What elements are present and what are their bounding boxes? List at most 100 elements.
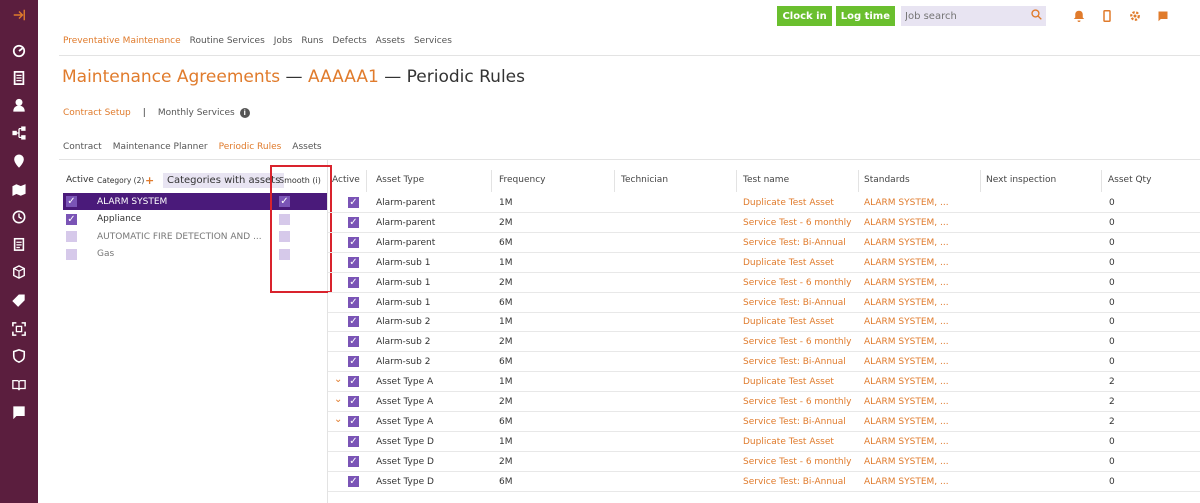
test-name-link[interactable]: Service Test: Bi-Annual: [743, 238, 846, 248]
col-technician[interactable]: Technician: [621, 175, 668, 185]
table-row[interactable]: ⌄ Asset Type A 6M Service Test: Bi-Annual AL…: [328, 412, 1200, 432]
table-row[interactable]: Alarm-sub 1 6M Service Test: Bi-Annual ALAR…: [328, 293, 1200, 313]
standards-link[interactable]: ALARM SYSTEM, ...: [864, 278, 949, 288]
active-checkbox[interactable]: [348, 396, 359, 407]
clock-icon[interactable]: [9, 208, 29, 226]
active-checkbox[interactable]: [348, 296, 359, 308]
active-checkbox[interactable]: [66, 231, 77, 242]
bell-icon[interactable]: [1072, 9, 1086, 23]
standards-link[interactable]: ALARM SYSTEM, ...: [864, 337, 949, 347]
active-checkbox[interactable]: [348, 216, 359, 228]
nav-defects[interactable]: Defects: [332, 36, 366, 46]
table-row[interactable]: Alarm-parent 2M Service Test - 6 monthly AL…: [328, 213, 1200, 233]
table-row[interactable]: Alarm-sub 2 6M Service Test: Bi-Annual ALAR…: [328, 352, 1200, 373]
category-column-header[interactable]: Category (2): [97, 176, 144, 185]
table-row[interactable]: Alarm-sub 1 1M Duplicate Test Asset ALARM S…: [328, 253, 1200, 273]
test-name-link[interactable]: Service Test - 6 monthly: [743, 218, 851, 228]
monthly-services-link[interactable]: Monthly Services: [158, 108, 235, 118]
table-row[interactable]: Alarm-sub 2 1M Duplicate Test Asset ALARM S…: [328, 312, 1200, 333]
search-icon[interactable]: [1031, 9, 1042, 23]
chevron-down-icon[interactable]: ⌄: [334, 414, 342, 425]
col-standards[interactable]: Standards: [864, 175, 910, 185]
gauge-icon[interactable]: [9, 42, 29, 60]
standards-link[interactable]: ALARM SYSTEM, ...: [864, 298, 949, 308]
active-checkbox[interactable]: [348, 336, 359, 348]
table-row[interactable]: ⌄ Asset Type A 2M Service Test - 6 monthly A…: [328, 392, 1200, 412]
table-row[interactable]: Alarm-sub 1 2M Service Test - 6 monthly ALA…: [328, 273, 1200, 293]
col-asset-qty[interactable]: Asset Qty: [1108, 175, 1151, 185]
col-asset-type[interactable]: Asset Type: [376, 175, 424, 185]
col-next-inspection[interactable]: Next inspection: [986, 175, 1056, 185]
scan-icon[interactable]: [9, 320, 29, 338]
job-search-input[interactable]: [905, 10, 1031, 22]
test-name-link[interactable]: Duplicate Test Asset: [743, 437, 834, 447]
nav-assets[interactable]: Assets: [376, 36, 405, 46]
chat-icon[interactable]: [1156, 9, 1170, 23]
table-row[interactable]: Asset Type D 1M Duplicate Test Asset ALARM …: [328, 432, 1200, 452]
table-row[interactable]: Alarm-sub 2 2M Service Test - 6 monthly ALA…: [328, 332, 1200, 353]
col-test-name[interactable]: Test name: [743, 175, 789, 185]
table-row[interactable]: ⌄ Asset Type A 1M Duplicate Test Asset ALARM…: [328, 372, 1200, 393]
active-checkbox[interactable]: [348, 376, 359, 388]
book-icon[interactable]: [9, 376, 29, 394]
standards-link[interactable]: ALARM SYSTEM, ...: [864, 457, 949, 467]
standards-link[interactable]: ALARM SYSTEM, ...: [864, 238, 949, 248]
clock-in-button[interactable]: Clock in: [777, 6, 832, 26]
test-name-link[interactable]: Duplicate Test Asset: [743, 198, 834, 208]
standards-link[interactable]: ALARM SYSTEM, ...: [864, 377, 949, 387]
test-name-link[interactable]: Duplicate Test Asset: [743, 317, 834, 327]
test-name-link[interactable]: Service Test: Bi-Annual: [743, 417, 846, 427]
active-checkbox[interactable]: [66, 213, 77, 225]
table-row[interactable]: Asset Type D 6M Service Test: Bi-Annual ALA…: [328, 472, 1200, 492]
test-name-link[interactable]: Service Test - 6 monthly: [743, 278, 851, 288]
mobile-icon[interactable]: [1100, 9, 1114, 23]
standards-link[interactable]: ALARM SYSTEM, ...: [864, 397, 949, 407]
categories-with-assets-filter[interactable]: Categories with assets: [163, 172, 285, 188]
table-row[interactable]: Alarm-parent 6M Service Test: Bi-Annual ALA…: [328, 233, 1200, 253]
active-checkbox[interactable]: [348, 475, 359, 487]
chat-icon[interactable]: [9, 403, 29, 421]
log-time-button[interactable]: Log time: [835, 6, 895, 26]
shield-icon[interactable]: [9, 347, 29, 365]
standards-link[interactable]: ALARM SYSTEM, ...: [864, 357, 949, 367]
table-row[interactable]: Asset Type D 2M Service Test - 6 monthly AL…: [328, 452, 1200, 472]
add-category-button[interactable]: +: [145, 174, 154, 187]
test-name-link[interactable]: Duplicate Test Asset: [743, 377, 834, 387]
test-name-link[interactable]: Duplicate Test Asset: [743, 258, 834, 268]
contract-setup-link[interactable]: Contract Setup: [63, 108, 131, 118]
standards-link[interactable]: ALARM SYSTEM, ...: [864, 218, 949, 228]
chevron-down-icon[interactable]: ⌄: [334, 394, 342, 405]
test-name-link[interactable]: Service Test: Bi-Annual: [743, 357, 846, 367]
active-checkbox[interactable]: [66, 248, 77, 260]
clipboard-icon[interactable]: [9, 235, 29, 253]
standards-link[interactable]: ALARM SYSTEM, ...: [864, 417, 949, 427]
standards-link[interactable]: ALARM SYSTEM, ...: [864, 198, 949, 208]
gear-icon[interactable]: [1128, 9, 1142, 23]
standards-link[interactable]: ALARM SYSTEM, ...: [864, 477, 949, 487]
active-checkbox[interactable]: [348, 197, 359, 208]
active-checkbox[interactable]: [348, 415, 359, 427]
nav-runs[interactable]: Runs: [301, 36, 323, 46]
map-icon[interactable]: [9, 181, 29, 199]
col-frequency[interactable]: Frequency: [499, 175, 546, 185]
hierarchy-icon[interactable]: [9, 124, 29, 142]
test-name-link[interactable]: Service Test - 6 monthly: [743, 397, 851, 407]
tab-contract[interactable]: Contract: [63, 142, 102, 152]
active-checkbox[interactable]: [348, 276, 359, 288]
breadcrumb-agreement[interactable]: AAAAA1: [308, 67, 379, 87]
standards-link[interactable]: ALARM SYSTEM, ...: [864, 437, 949, 447]
info-icon[interactable]: i: [239, 108, 250, 118]
active-checkbox[interactable]: [348, 236, 359, 248]
chevron-down-icon[interactable]: ⌄: [334, 374, 342, 385]
active-checkbox[interactable]: [348, 455, 359, 467]
test-name-link[interactable]: Service Test: Bi-Annual: [743, 298, 846, 308]
test-name-link[interactable]: Service Test - 6 monthly: [743, 457, 851, 467]
nav-services[interactable]: Services: [414, 36, 452, 46]
tag-icon[interactable]: [9, 292, 29, 310]
test-name-link[interactable]: Service Test - 6 monthly: [743, 337, 851, 347]
location-pin-icon[interactable]: [9, 152, 29, 170]
active-checkbox[interactable]: [348, 316, 359, 328]
document-list-icon[interactable]: [9, 69, 29, 87]
table-row[interactable]: Alarm-parent 1M Duplicate Test Asset ALARM …: [328, 193, 1200, 213]
active-checkbox[interactable]: [348, 256, 359, 268]
